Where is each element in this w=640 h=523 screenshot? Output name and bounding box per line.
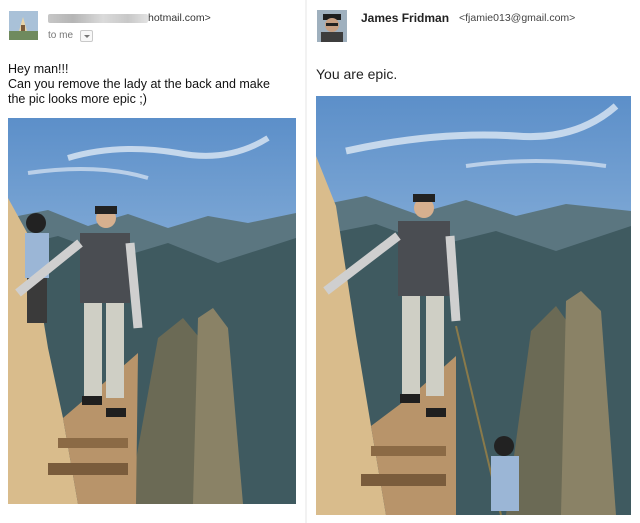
chevron-down-icon[interactable]	[80, 30, 93, 42]
sender-avatar[interactable]	[317, 10, 347, 42]
reply-message: You are epic.	[316, 66, 398, 82]
message-line: Hey man!!!	[8, 62, 69, 76]
panel-divider	[305, 0, 307, 523]
sender-domain: hotmail.com>	[148, 12, 211, 24]
request-email-panel: hotmail.com> to me Hey man!!! Can you re…	[0, 0, 304, 523]
original-photo[interactable]	[8, 118, 296, 504]
recipient-label: to me	[48, 30, 74, 41]
reply-email-panel: James Fridman <fjamie013@gmail.com> You …	[309, 0, 640, 523]
redacted-username	[48, 14, 148, 23]
sender-address: hotmail.com>	[48, 12, 248, 26]
message-line: the pic looks more epic ;)	[8, 92, 147, 106]
sender-avatar[interactable]	[9, 11, 38, 40]
sender-email: <fjamie013@gmail.com>	[459, 12, 576, 24]
request-message: Hey man!!! Can you remove the lady at th…	[8, 62, 300, 107]
sender-name: James Fridman	[361, 11, 450, 25]
edited-photo[interactable]	[316, 96, 631, 515]
message-line: Can you remove the lady at the back and …	[8, 77, 270, 91]
